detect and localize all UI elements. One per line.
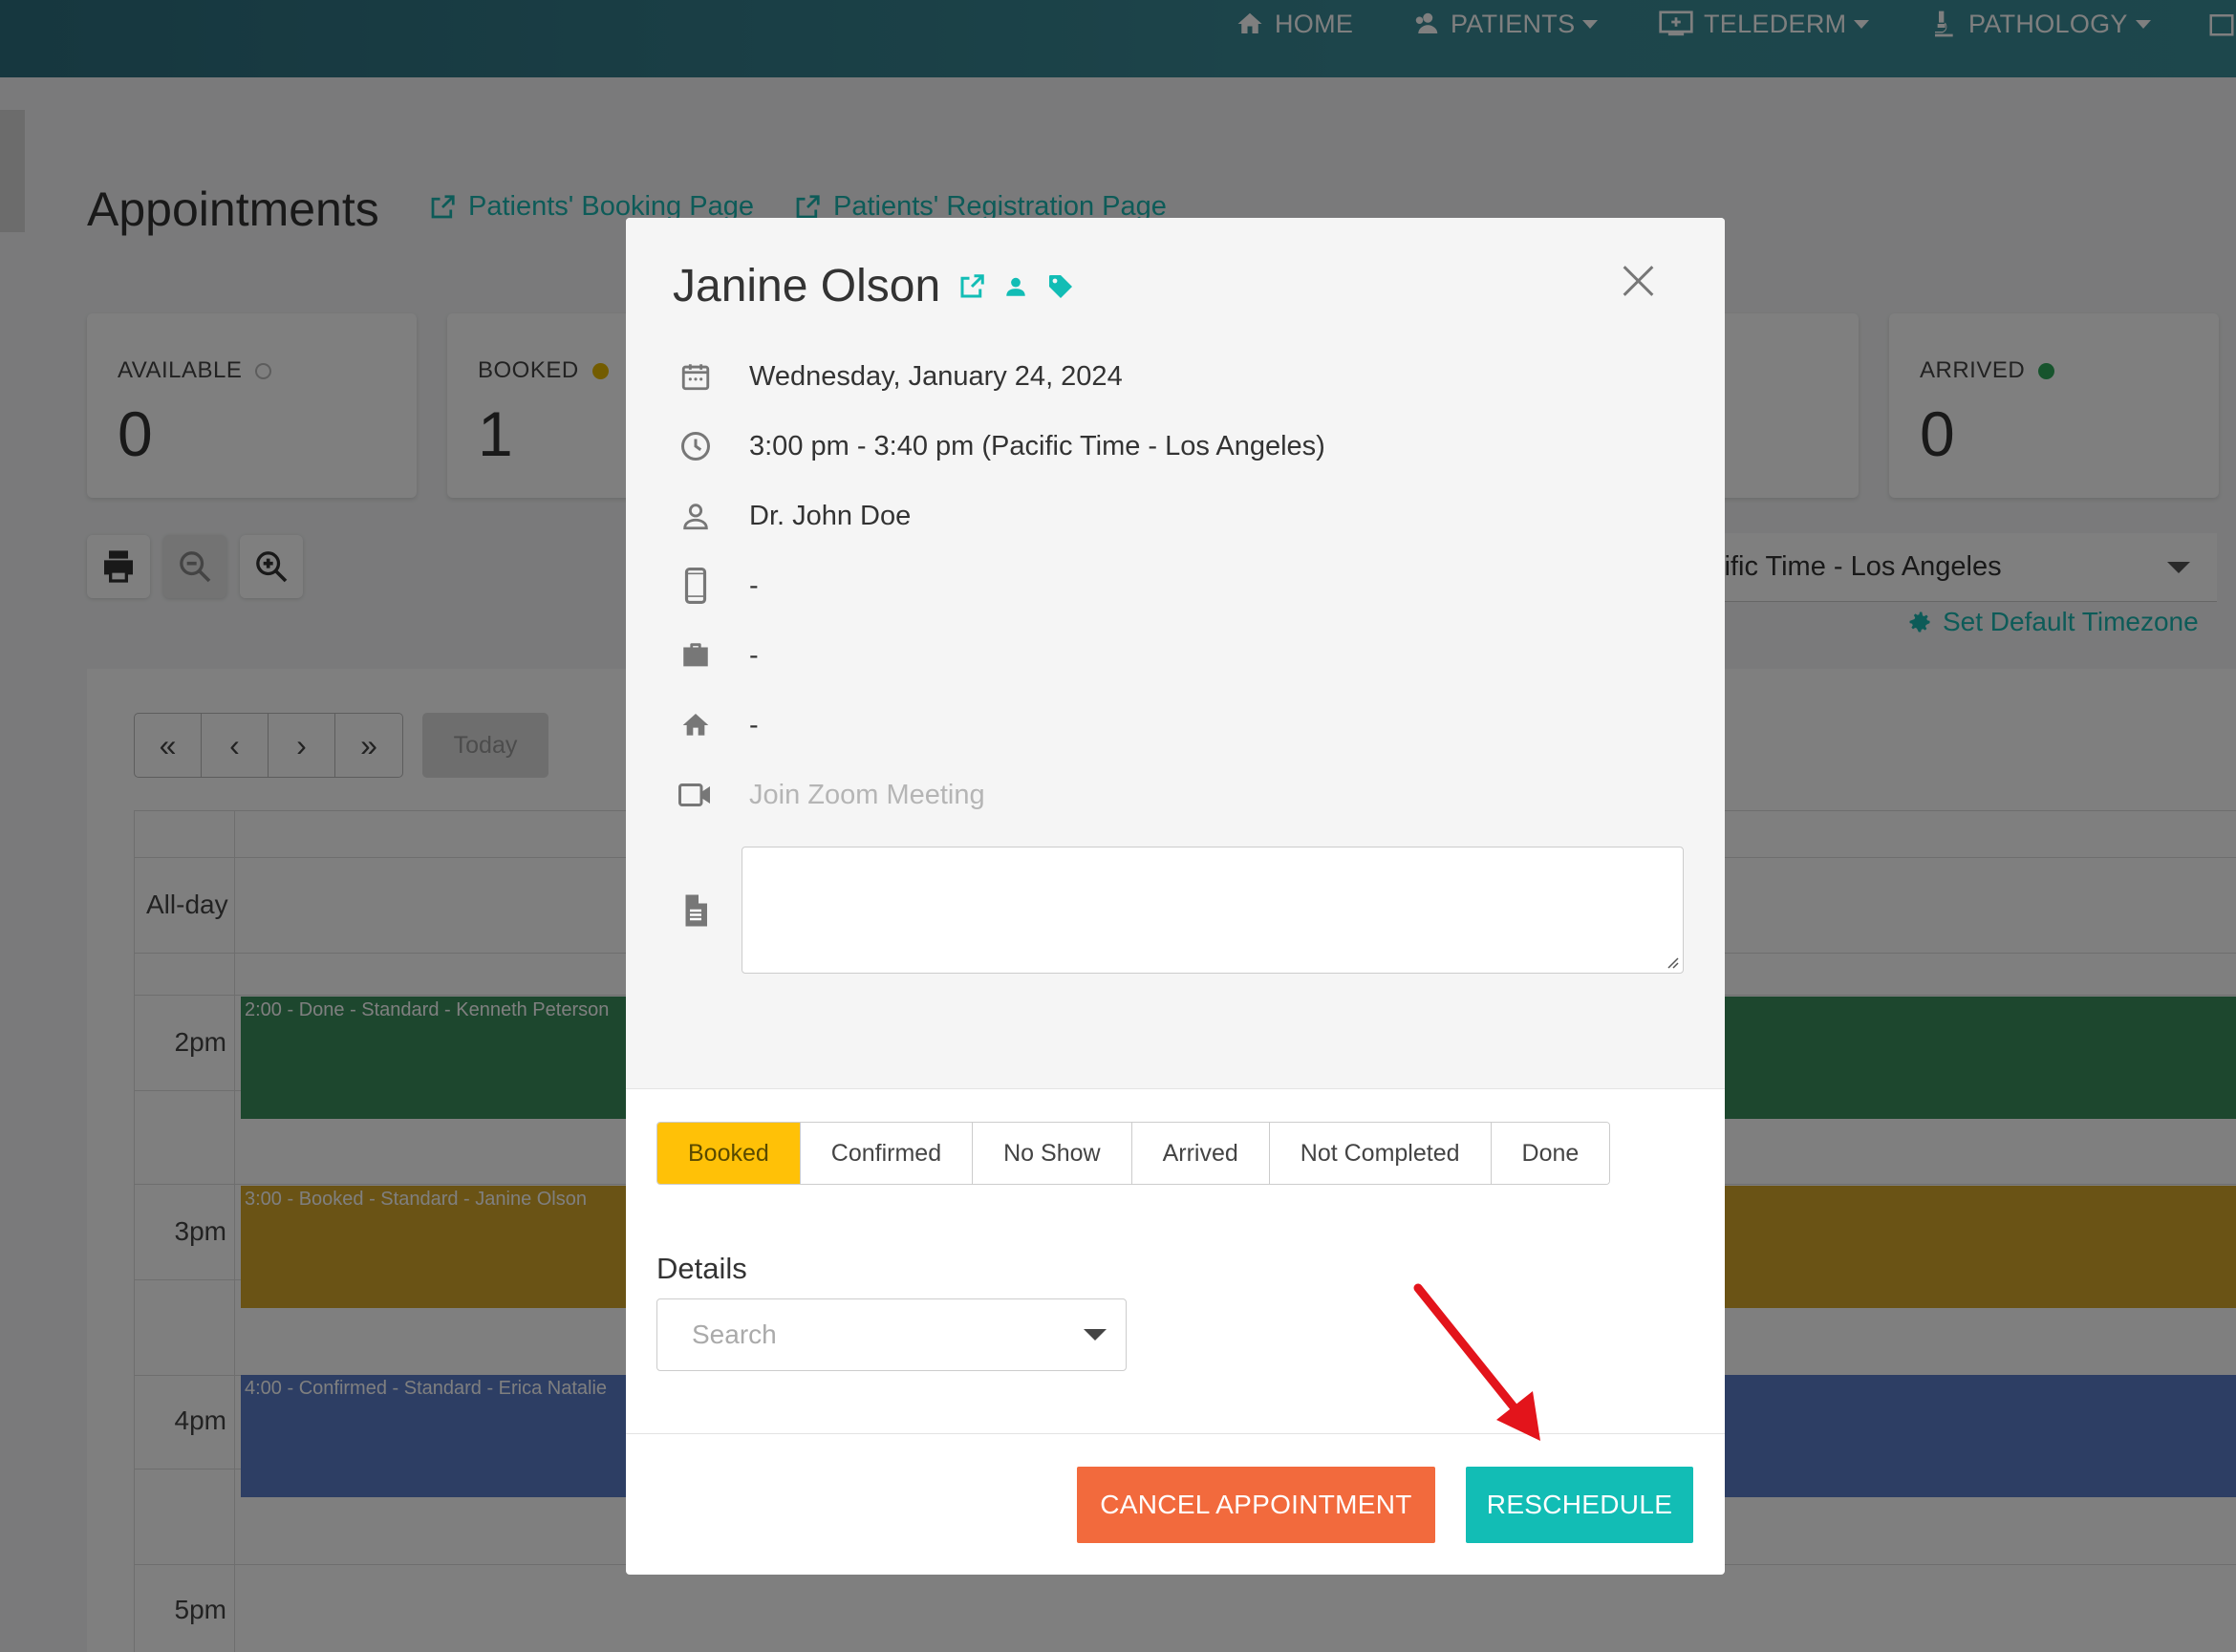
status-no-show-button[interactable]: No Show	[973, 1123, 1132, 1184]
briefcase-icon	[683, 643, 708, 667]
appointment-date: Wednesday, January 24, 2024	[749, 360, 1123, 392]
home-row: -	[673, 706, 759, 744]
video-camera-icon	[678, 783, 710, 806]
notes-textarea[interactable]	[742, 847, 1684, 974]
external-link-icon[interactable]	[957, 272, 986, 301]
home-icon	[682, 714, 709, 736]
appointment-info-section: Janine Olson Wednesday, January 24, 2024…	[626, 218, 1725, 1089]
person-outline-icon	[683, 504, 708, 530]
phone-row: -	[673, 567, 759, 605]
clock-icon	[681, 432, 710, 461]
status-booked-button[interactable]: Booked	[657, 1123, 801, 1184]
status-not-completed-button[interactable]: Not Completed	[1269, 1123, 1492, 1184]
appointment-modal: Janine Olson Wednesday, January 24, 2024…	[626, 218, 1725, 1575]
reschedule-button[interactable]: RESCHEDULE	[1466, 1467, 1693, 1543]
calendar-icon	[681, 364, 710, 391]
work-row: -	[673, 636, 759, 675]
notes-row	[673, 891, 719, 930]
details-label: Details	[656, 1252, 747, 1285]
appointment-date-row: Wednesday, January 24, 2024	[673, 357, 1123, 396]
patient-actions	[957, 271, 1076, 302]
chevron-down-icon	[1084, 1329, 1107, 1341]
join-zoom-link[interactable]: Join Zoom Meeting	[749, 780, 985, 811]
zoom-row: Join Zoom Meeting	[673, 776, 985, 814]
appointment-time: 3:00 pm - 3:40 pm (Pacific Time - Los An…	[749, 430, 1325, 461]
divider	[626, 1433, 1725, 1434]
details-placeholder: Search	[692, 1319, 777, 1349]
resize-handle-icon[interactable]	[1666, 955, 1679, 969]
phone-icon	[684, 568, 707, 604]
status-arrived-button[interactable]: Arrived	[1131, 1123, 1270, 1184]
phone-value: -	[749, 569, 759, 601]
document-icon	[685, 894, 707, 927]
work-value: -	[749, 639, 759, 671]
provider-row: Dr. John Doe	[673, 497, 911, 535]
status-button-group: Booked Confirmed No Show Arrived Not Com…	[656, 1122, 1611, 1185]
status-confirmed-button[interactable]: Confirmed	[800, 1123, 974, 1184]
annotation-arrow-icon	[1413, 1283, 1540, 1441]
appointment-time-row: 3:00 pm - 3:40 pm (Pacific Time - Los An…	[673, 427, 1325, 465]
close-icon[interactable]	[1622, 264, 1656, 298]
patient-name: Janine Olson	[673, 261, 941, 311]
status-done-button[interactable]: Done	[1491, 1123, 1610, 1184]
cancel-appointment-button[interactable]: CANCEL APPOINTMENT	[1077, 1467, 1435, 1543]
person-icon[interactable]	[1003, 274, 1028, 299]
details-select[interactable]: Search	[656, 1298, 1127, 1371]
provider-name: Dr. John Doe	[749, 500, 912, 531]
home-value: -	[749, 709, 759, 740]
tag-icon[interactable]	[1045, 271, 1076, 302]
